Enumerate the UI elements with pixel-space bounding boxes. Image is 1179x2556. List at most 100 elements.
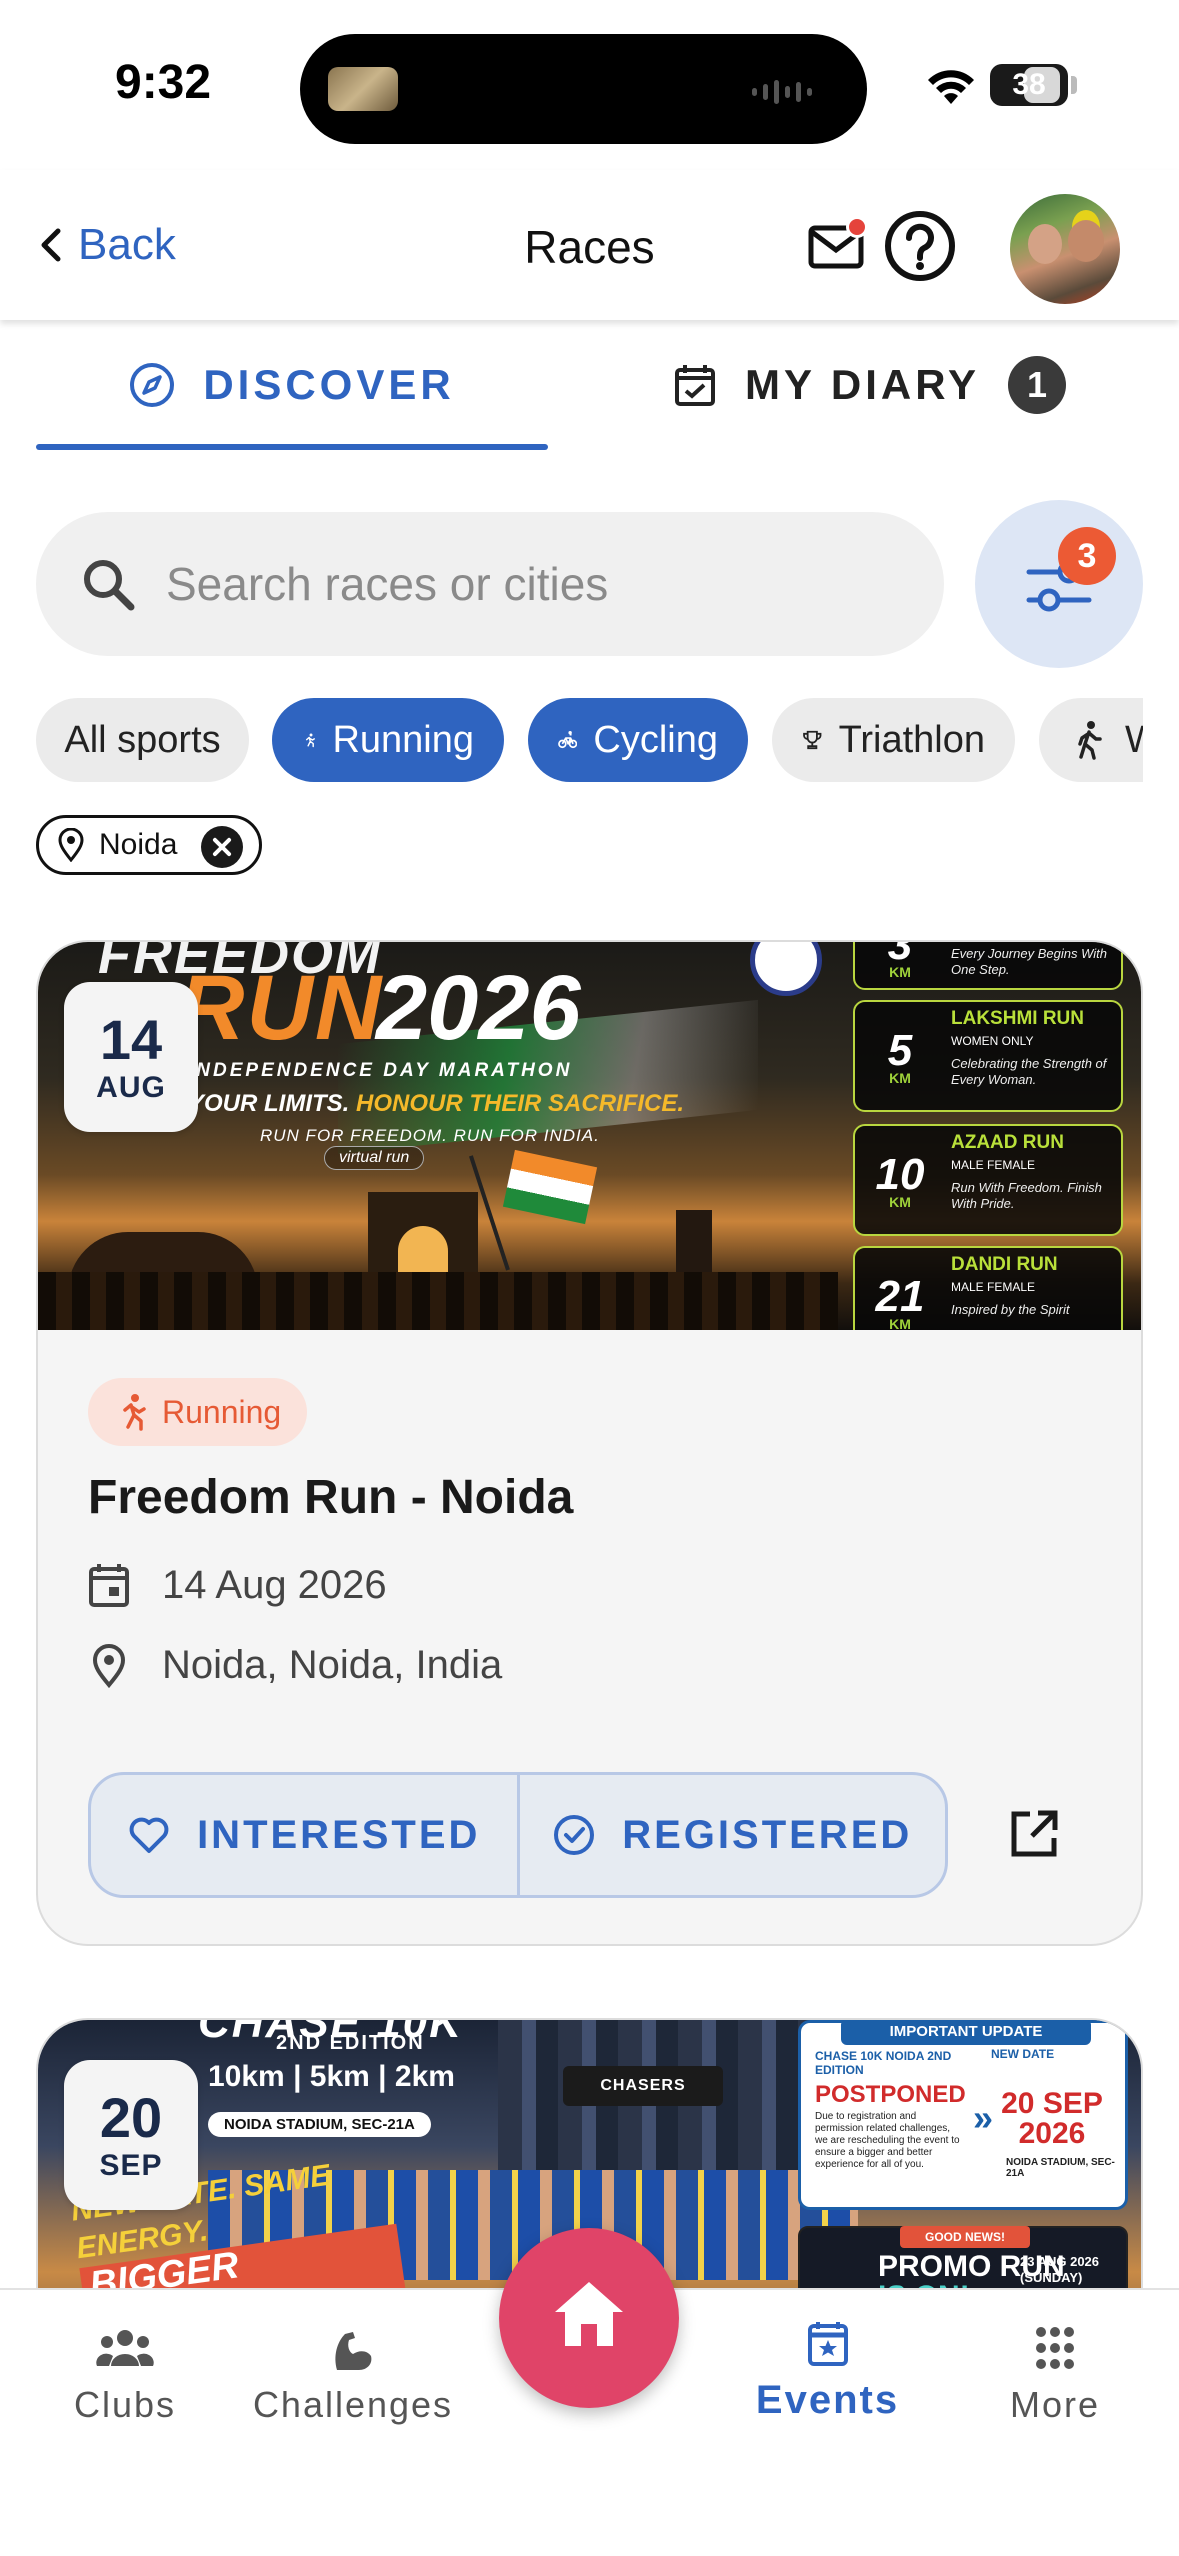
panel-km: 10 KM bbox=[865, 1150, 935, 1210]
race-banner-image: FREEDOM RUN 2026 INDEPENDENCE DAY MARATH… bbox=[38, 942, 1141, 1330]
interested-label: INTERESTED bbox=[197, 1812, 481, 1857]
banner-subtitle: INDEPENDENCE DAY MARATHON bbox=[188, 1060, 573, 1081]
battery-level: 38 bbox=[1012, 68, 1046, 101]
banner-headline-run: RUN bbox=[178, 957, 384, 1059]
calendar-check-icon bbox=[674, 365, 715, 406]
group-icon bbox=[96, 2330, 154, 2366]
avatar[interactable] bbox=[1010, 194, 1120, 304]
ashoka-chakra-icon bbox=[750, 942, 822, 996]
flexed-bicep-icon bbox=[335, 2332, 372, 2370]
date-month: SEP bbox=[99, 2149, 163, 2182]
new-date-label: NEW DATE bbox=[991, 2047, 1055, 2061]
battery-icon: 38 bbox=[990, 64, 1068, 106]
update-header: IMPORTANT UPDATE bbox=[841, 2020, 1091, 2045]
home-button[interactable] bbox=[499, 2228, 679, 2408]
filter-button[interactable] bbox=[975, 500, 1143, 668]
tab-discover[interactable]: DISCOVER bbox=[36, 320, 548, 450]
help-icon[interactable] bbox=[884, 210, 956, 282]
race-actions: INTERESTED REGISTERED bbox=[88, 1772, 948, 1898]
back-label: Back bbox=[78, 220, 176, 269]
nav-events-label: Events bbox=[755, 2378, 900, 2422]
filter-count-badge: 3 bbox=[1058, 527, 1116, 585]
tab-my-diary[interactable]: MY DIARY 1 bbox=[596, 320, 1143, 450]
chip-walking[interactable]: W bbox=[1039, 698, 1143, 782]
chip-cycling[interactable]: Cycling bbox=[528, 698, 748, 782]
dynamic-island bbox=[300, 34, 867, 144]
race-date: 14 Aug 2026 bbox=[162, 1562, 387, 1607]
nav-more-label: More bbox=[1009, 2384, 1101, 2425]
compass-icon bbox=[130, 363, 175, 407]
banner-update-box: IMPORTANT UPDATE CHASE 10K NOIDA 2ND EDI… bbox=[798, 2020, 1128, 2210]
home-icon bbox=[555, 2282, 623, 2346]
nav-more[interactable]: More bbox=[990, 2326, 1120, 2426]
running-icon bbox=[305, 733, 315, 748]
date-badge: 14 AUG bbox=[64, 982, 198, 1132]
app-header: Back Races bbox=[0, 170, 1179, 320]
race-location: Noida, Noida, India bbox=[162, 1642, 503, 1687]
banner-edition: 2ND EDITION bbox=[276, 2032, 425, 2054]
promo-header: GOOD NEWS! bbox=[900, 2226, 1030, 2248]
chip-label: W bbox=[1125, 718, 1143, 761]
indian-flag-icon bbox=[502, 1149, 598, 1225]
panel-km: 21 KM bbox=[865, 1272, 935, 1330]
nav-challenges[interactable]: Challenges bbox=[238, 2326, 468, 2426]
banner-distance-panel: 21 KM DANDI RUN MALE FEMALE Inspired by t… bbox=[853, 1246, 1123, 1330]
date-badge: 20 SEP bbox=[64, 2060, 198, 2210]
trophy-icon bbox=[803, 730, 822, 750]
chevron-left-icon bbox=[41, 228, 61, 262]
banner-headline-year: 2026 bbox=[376, 957, 581, 1059]
running-icon bbox=[123, 1394, 146, 1431]
race-date-row: 14 Aug 2026 bbox=[88, 1562, 387, 1608]
date-day: 14 bbox=[99, 1008, 163, 1071]
race-card[interactable]: FREEDOM RUN 2026 INDEPENDENCE DAY MARATH… bbox=[36, 940, 1143, 1946]
panel-desc: Run With Freedom. Finish With Pride. bbox=[951, 1180, 1102, 1211]
banner-virtual-tag: virtual run bbox=[324, 1146, 425, 1170]
promo-date: 23 AUG 2026 (SUNDAY) bbox=[1020, 2254, 1100, 2285]
my-diary-count-badge: 1 bbox=[1008, 356, 1067, 414]
nav-events[interactable]: Events bbox=[740, 2320, 915, 2423]
search-input[interactable] bbox=[166, 557, 886, 611]
status-time: 9:32 bbox=[115, 56, 212, 109]
banner-tagline-c: RUN FOR FREEDOM. RUN FOR INDIA. bbox=[260, 1126, 600, 1145]
registered-button[interactable]: REGISTERED bbox=[516, 1775, 946, 1895]
walking-icon bbox=[1078, 721, 1102, 760]
panel-gender: WOMEN ONLY bbox=[951, 1034, 1034, 1048]
open-external-icon[interactable] bbox=[1008, 1808, 1060, 1860]
chip-triathlon[interactable]: Triathlon bbox=[772, 698, 1015, 782]
back-button[interactable]: Back bbox=[36, 220, 176, 270]
calendar-star-icon bbox=[807, 2322, 848, 2366]
date-day: 20 bbox=[99, 2086, 163, 2149]
date-month: AUG bbox=[96, 1071, 166, 1104]
sport-tag-label: Running bbox=[162, 1393, 282, 1430]
panel-km: 3 KM bbox=[865, 942, 935, 980]
chip-all-sports[interactable]: All sports bbox=[36, 698, 249, 782]
banner-distances: 10km | 5km | 2km bbox=[208, 2060, 455, 2093]
panel-km-unit: KM bbox=[889, 964, 911, 980]
chip-label: Triathlon bbox=[838, 718, 985, 761]
grid-dots-icon bbox=[1036, 2327, 1074, 2369]
panel-desc: Celebrating the Strength of Every Woman. bbox=[951, 1056, 1107, 1087]
search-bar[interactable] bbox=[36, 512, 944, 656]
check-circle-icon bbox=[554, 1815, 595, 1855]
wifi-icon bbox=[928, 70, 974, 104]
remove-location-filter-icon[interactable] bbox=[201, 826, 243, 868]
banner-distance-panel: 10 KM AZAAD RUN MALE FEMALE Run With Free… bbox=[853, 1124, 1123, 1236]
location-filter-chip[interactable]: Noida bbox=[36, 815, 262, 875]
new-venue: NOIDA STADIUM, SEC-21A bbox=[1006, 2157, 1115, 2179]
nav-clubs-label: Clubs bbox=[73, 2384, 177, 2425]
panel-km-value: 21 bbox=[875, 1272, 925, 1321]
panel-km-unit: KM bbox=[889, 1070, 911, 1086]
chip-running[interactable]: Running bbox=[272, 698, 504, 782]
heart-icon bbox=[129, 1817, 169, 1853]
race-title: Freedom Run - Noida bbox=[88, 1471, 574, 1524]
page-title: Races bbox=[524, 221, 655, 273]
panel-km-value: 5 bbox=[887, 1026, 913, 1075]
panel-desc: Inspired by the Spirit bbox=[951, 1302, 1070, 1317]
panel-title: LAKSHMI RUN bbox=[951, 1008, 1084, 1029]
notification-dot bbox=[846, 216, 868, 238]
nav-clubs[interactable]: Clubs bbox=[60, 2326, 190, 2426]
panel-gender: MALE FEMALE bbox=[951, 1158, 1036, 1172]
interested-button[interactable]: INTERESTED bbox=[91, 1775, 517, 1895]
panel-title: DANDI RUN bbox=[951, 1254, 1058, 1275]
active-tab-indicator bbox=[36, 444, 548, 450]
